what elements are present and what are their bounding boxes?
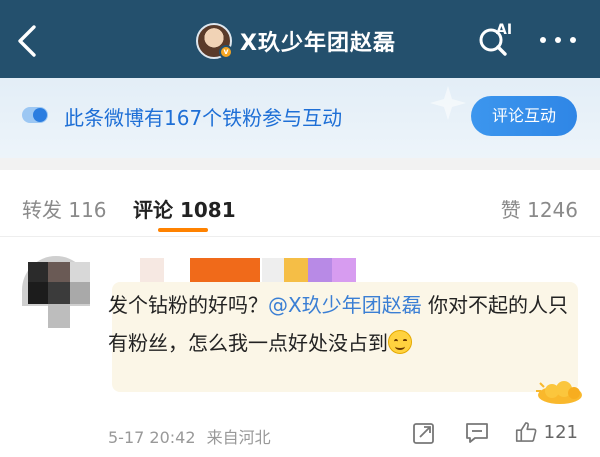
comment-text-before: 发个钻粉的好吗？ [108, 293, 268, 317]
title-prefix: X [240, 31, 258, 56]
repost-icon[interactable] [412, 421, 436, 445]
redaction-block [262, 258, 284, 282]
redaction-block [308, 258, 332, 282]
tab-comment[interactable]: 评论 1081 [133, 194, 236, 223]
more-dot [540, 37, 546, 43]
redaction-block [190, 258, 260, 282]
comment-icon[interactable] [464, 421, 490, 445]
sparkle-decoration [430, 86, 466, 120]
comment-source: 来自河北 [206, 428, 271, 447]
avatar-pixel [70, 282, 90, 304]
more-dot [570, 37, 576, 43]
more-icon[interactable] [540, 34, 576, 46]
like-icon [515, 422, 537, 442]
fan-badge-icon [536, 381, 582, 404]
comment-interaction-button[interactable]: 评论互动 [471, 96, 577, 136]
avatar-pixel [70, 262, 90, 282]
comment-text: 发个钻粉的好吗？@X玖少年团赵磊 你对不起的人只有粉丝，怎么我一点好处没占到 [108, 286, 578, 362]
section-divider [0, 158, 600, 170]
comment-meta: 5-17 20:42 来自河北 [108, 424, 271, 448]
like-count: 121 [543, 421, 578, 443]
avatar-pixel [48, 262, 70, 282]
author-avatar[interactable]: v [196, 23, 233, 59]
commenter-avatar[interactable] [22, 256, 90, 328]
top-nav-bar: v X玖少年团赵磊 AI [0, 0, 600, 78]
post-tabs: 转发 116 评论 1081 赞 1246 [0, 170, 600, 236]
fan-interaction-icon [22, 107, 48, 123]
back-icon[interactable] [12, 22, 42, 60]
avatar-pixel [48, 304, 70, 328]
avatar-pixel [28, 262, 48, 282]
more-dot [555, 37, 561, 43]
ai-search-button[interactable]: AI [476, 22, 516, 58]
fan-interaction-text: 此条微博有167个铁粉参与互动 [64, 106, 343, 130]
redaction-block [332, 258, 356, 282]
redaction-block [140, 258, 164, 282]
redaction-block [284, 258, 308, 282]
avatar-pixel [48, 282, 70, 304]
title-name: 玖少年团赵磊 [257, 31, 396, 56]
smile-emoji-icon [388, 330, 412, 354]
ai-label: AI [496, 22, 513, 38]
avatar-pixel [28, 282, 48, 304]
verified-badge: v [219, 45, 233, 59]
like-button[interactable]: 121 [514, 419, 578, 445]
comment-mention[interactable]: @X玖少年团赵磊 [268, 293, 422, 317]
active-tab-indicator [158, 228, 208, 232]
commenter-name-redacted[interactable] [140, 258, 360, 282]
comment-time: 5-17 20:42 [108, 428, 196, 447]
post-author[interactable]: v X玖少年团赵磊 [196, 21, 396, 61]
page-title: X玖少年团赵磊 [240, 25, 396, 57]
tab-repost[interactable]: 转发 116 [22, 194, 107, 223]
tab-like[interactable]: 赞 1246 [501, 194, 578, 223]
tabs-divider [0, 236, 600, 237]
